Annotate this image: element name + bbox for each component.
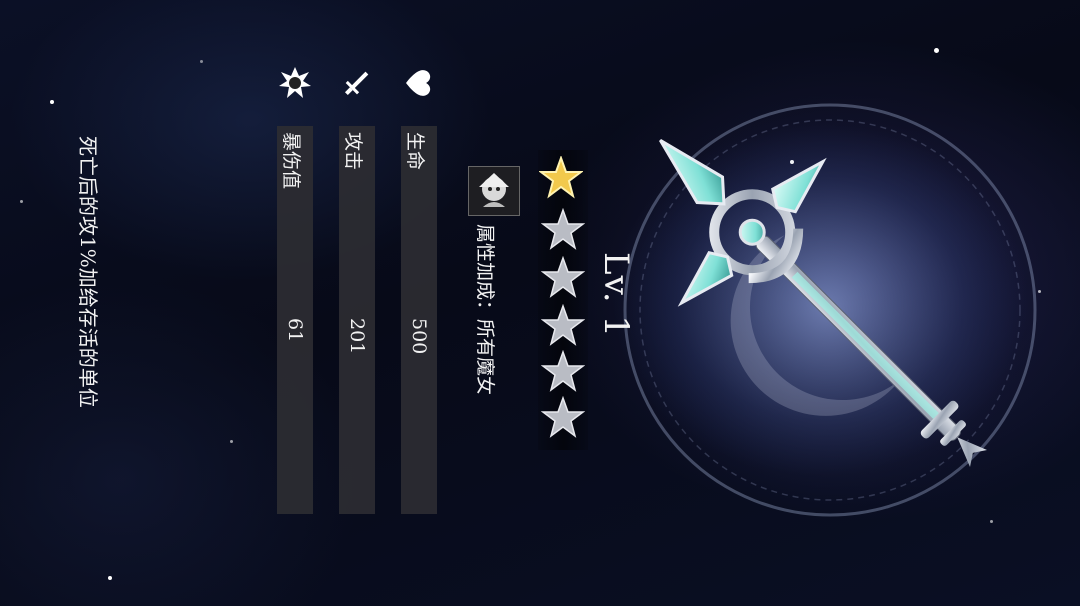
- sparkle: [108, 576, 112, 580]
- sparkle: [20, 200, 23, 203]
- stat-label-hp: 生命: [404, 132, 426, 171]
- stat-label-atk: 攻击: [342, 132, 364, 171]
- sparkle: [50, 100, 54, 104]
- rarity-stars: [538, 150, 588, 450]
- stat-label-crit: 暴伤值: [280, 132, 302, 190]
- star-empty-icon: [541, 208, 585, 250]
- sword-icon: [344, 71, 369, 96]
- stat-value-crit: 61: [284, 318, 306, 343]
- sparkle: [934, 48, 939, 53]
- weapon-artwork: [623, 103, 1037, 517]
- star-empty-icon: [541, 350, 585, 392]
- heart-icon: [406, 70, 431, 96]
- sparkle: [200, 60, 203, 63]
- sparkle: [230, 440, 233, 443]
- witch-portrait-icon: [468, 166, 520, 216]
- star-empty-icon: [541, 256, 585, 298]
- burst-icon: [279, 67, 311, 98]
- attribute-bonus-text: 属性加成：所有魔女: [474, 224, 496, 396]
- stat-value-atk: 201: [346, 318, 368, 355]
- stat-value-hp: 500: [408, 318, 430, 355]
- star-filled-icon: [539, 156, 583, 199]
- skill-description: 死亡后的攻1%加给存活的单位: [76, 136, 100, 408]
- star-empty-icon: [541, 396, 585, 438]
- star-empty-icon: [541, 304, 585, 346]
- level-label: Lv. 1: [596, 252, 636, 338]
